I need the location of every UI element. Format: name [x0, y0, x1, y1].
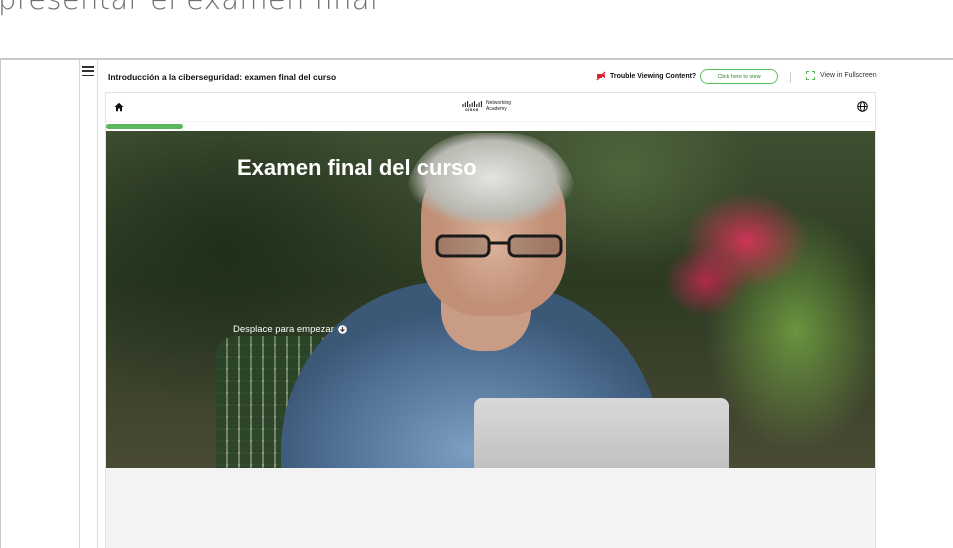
home-icon[interactable]: [114, 102, 124, 112]
laptop-image-part: [474, 398, 729, 468]
cisco-networking-academy-logo: cisco Networking Academy: [462, 100, 511, 112]
divider: [790, 72, 791, 83]
brand-line-2: Academy: [486, 105, 507, 112]
cisco-wordmark: cisco: [465, 107, 479, 112]
hero-banner: Examen final del curso Desplace para emp…: [106, 131, 875, 468]
content-panel: Introducción a la ciberseguridad: examen…: [97, 60, 953, 548]
module-nav: cisco Networking Academy: [106, 93, 875, 121]
click-here-button[interactable]: Click here to view: [700, 69, 778, 84]
fullscreen-label: View in Fullscreen: [820, 72, 877, 79]
left-gutter: [0, 60, 80, 548]
expand-icon: [806, 71, 815, 80]
progress-fill: [106, 124, 183, 129]
progress-bar: [106, 122, 875, 131]
cisco-logo: cisco: [462, 101, 482, 112]
academy-label: Networking Academy: [486, 100, 511, 112]
scroll-label: Desplace para empezar: [233, 324, 334, 335]
course-title: Introducción a la ciberseguridad: examen…: [108, 72, 337, 82]
arrow-down-circle-icon: [338, 325, 347, 334]
globe-icon[interactable]: [857, 101, 868, 112]
course-module: cisco Networking Academy Examen final de…: [105, 92, 876, 548]
no-video-icon: [596, 71, 606, 81]
scroll-to-start[interactable]: Desplace para empezar: [233, 324, 347, 335]
browser-frame: Introducción a la ciberseguridad: examen…: [0, 58, 953, 548]
page-heading: presentar el examen final: [0, 0, 951, 16]
title-bar: Introducción a la ciberseguridad: examen…: [98, 60, 953, 90]
hero-title: Examen final del curso: [237, 155, 477, 180]
trouble-text: Trouble Viewing Content?: [610, 72, 697, 80]
trouble-viewing: Trouble Viewing Content?: [596, 71, 696, 81]
fullscreen-button[interactable]: View in Fullscreen: [806, 71, 877, 80]
menu-icon[interactable]: [82, 66, 94, 76]
glasses-image-part: [435, 234, 563, 258]
